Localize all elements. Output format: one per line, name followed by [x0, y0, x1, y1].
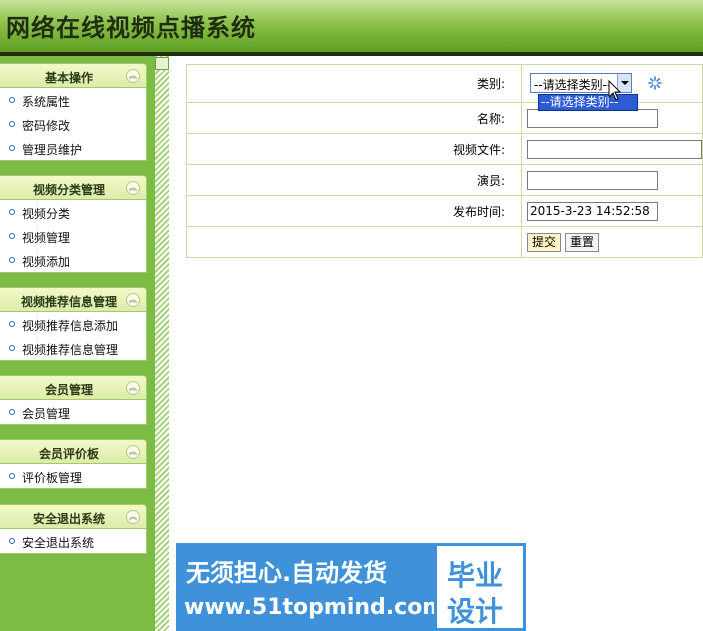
sidebar-item-review-manage[interactable]: 评价板管理 [0, 464, 146, 488]
sidebar-group-header[interactable]: 视频分类管理 ︽ [0, 175, 147, 200]
sidebar-item-label: 安全退出系统 [22, 536, 95, 550]
bullet-icon [9, 473, 15, 479]
sidebar-group-title: 视频分类管理 [32, 183, 105, 197]
actor-input[interactable] [527, 170, 658, 190]
sidebar-toggle-button[interactable] [155, 57, 169, 70]
submit-button[interactable]: 提交 [527, 232, 562, 252]
watermark-graduation: 毕业 [447, 559, 504, 592]
sidebar-group-title: 基本操作 [44, 71, 93, 85]
bullet-icon [9, 209, 15, 215]
watermark-slogan: 无须担心.自动发货 [186, 559, 388, 587]
sidebar-group-header[interactable]: 会员管理 ︽ [0, 375, 147, 400]
category-label: 类别: [186, 64, 522, 103]
watermark-left: 无须担心.自动发货 www.51topmind.com [176, 543, 445, 631]
sidebar-group-title: 安全退出系统 [32, 512, 105, 526]
name-label: 名称: [186, 102, 522, 134]
app-title: 网络在线视频点播系统 [6, 13, 256, 42]
sidebar-item-member-manage[interactable]: 会员管理 [0, 400, 146, 424]
chevron-up-icon[interactable]: ︽ [126, 293, 140, 307]
sidebar-item-label: 视频添加 [22, 255, 71, 269]
sidebar-item-label: 系统属性 [22, 95, 71, 109]
app-header: 网络在线视频点播系统 [0, 0, 703, 52]
bullet-icon [9, 409, 15, 415]
watermark-banner: 无须担心.自动发货 www.51topmind.com 毕业 设计 [176, 543, 526, 631]
sidebar-item-label: 会员管理 [22, 407, 71, 421]
spinner-icon [648, 76, 662, 90]
sidebar-group-header[interactable]: 会员评价板 ︽ [0, 439, 147, 464]
bullet-icon [9, 345, 15, 351]
chevron-up-icon[interactable]: ︽ [126, 445, 140, 459]
reset-button[interactable]: 重置 [565, 232, 600, 252]
sidebar-item-label: 评价板管理 [22, 471, 83, 485]
sidebar-group-title: 会员管理 [44, 383, 93, 397]
sidebar-item-change-password[interactable]: 密码修改 [0, 112, 146, 136]
sidebar-group-basic: 基本操作 ︽ 系统属性 密码修改 管理员维护 [0, 63, 147, 161]
video-file-label: 视频文件: [186, 133, 522, 165]
sidebar-group-recommend: 视频推荐信息管理 ︽ 视频推荐信息添加 视频推荐信息管理 [0, 287, 147, 361]
sidebar-item-video-add[interactable]: 视频添加 [0, 248, 146, 272]
category-option[interactable]: --请选择类别-- [538, 94, 638, 111]
sidebar-group-logout: 安全退出系统 ︽ 安全退出系统 [0, 504, 147, 554]
bullet-icon [9, 321, 15, 327]
name-input[interactable] [527, 108, 658, 128]
sidebar-item-label: 管理员维护 [22, 143, 83, 157]
chevron-up-icon[interactable]: ︽ [126, 510, 140, 524]
video-file-input[interactable] [527, 139, 702, 159]
chevron-up-icon[interactable]: ︽ [126, 69, 140, 83]
sidebar-group-review: 会员评价板 ︽ 评价板管理 [0, 439, 147, 489]
sidebar-item-admin-maintenance[interactable]: 管理员维护 [0, 136, 146, 160]
sidebar-item-video-manage[interactable]: 视频管理 [0, 224, 146, 248]
sidebar-item-recommend-manage[interactable]: 视频推荐信息管理 [0, 336, 146, 360]
watermark-right: 毕业 设计 [434, 543, 526, 631]
publish-time-input[interactable] [527, 201, 658, 221]
chevron-up-icon[interactable]: ︽ [126, 181, 140, 195]
sidebar-item-label: 视频管理 [22, 231, 71, 245]
watermark-url: www.51topmind.com [184, 595, 446, 620]
watermark-design: 设计 [447, 595, 504, 628]
category-select-value: --请选择类别-- [534, 78, 612, 92]
sidebar-item-label: 视频推荐信息添加 [22, 319, 119, 333]
sidebar-splitter[interactable] [155, 56, 169, 631]
bullet-icon [9, 257, 15, 263]
sidebar-group-title: 视频推荐信息管理 [20, 295, 117, 309]
sidebar-item-logout[interactable]: 安全退出系统 [0, 529, 146, 553]
sidebar-group-title: 会员评价板 [38, 447, 99, 461]
bullet-icon [9, 233, 15, 239]
chevron-up-icon[interactable]: ︽ [126, 381, 140, 395]
bullet-icon [9, 97, 15, 103]
sidebar-item-recommend-add[interactable]: 视频推荐信息添加 [0, 312, 146, 336]
bullet-icon [9, 121, 15, 127]
bullet-icon [9, 145, 15, 151]
sidebar-group-header[interactable]: 视频推荐信息管理 ︽ [0, 287, 147, 312]
sidebar-group-header[interactable]: 基本操作 ︽ [0, 63, 147, 88]
sidebar-group-member: 会员管理 ︽ 会员管理 [0, 375, 147, 425]
actor-label: 演员: [186, 164, 522, 196]
sidebar-item-label: 视频推荐信息管理 [22, 343, 119, 357]
sidebar-item-video-category[interactable]: 视频分类 [0, 200, 146, 224]
actions-spacer [186, 226, 522, 258]
sidebar-item-label: 视频分类 [22, 207, 71, 221]
mouse-cursor-icon [608, 80, 622, 101]
sidebar-item-label: 密码修改 [22, 119, 71, 133]
publish-time-label: 发布时间: [186, 195, 522, 227]
sidebar-group-video-category: 视频分类管理 ︽ 视频分类 视频管理 视频添加 [0, 175, 147, 273]
bullet-icon [9, 538, 15, 544]
sidebar-item-system-properties[interactable]: 系统属性 [0, 88, 146, 112]
sidebar-group-header[interactable]: 安全退出系统 ︽ [0, 504, 147, 529]
